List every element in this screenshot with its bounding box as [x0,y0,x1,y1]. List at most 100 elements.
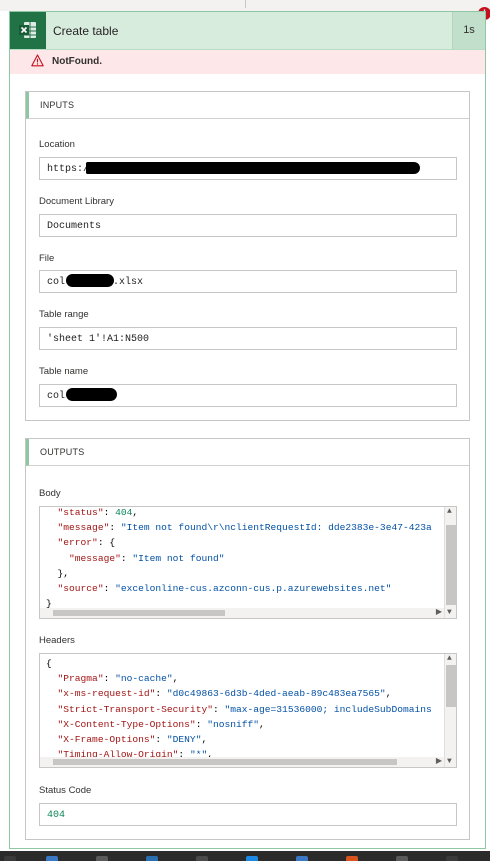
action-card: Create table 1s NotFound. INPUTS Locatio… [9,11,486,849]
table-range-label: Table range [39,309,89,320]
canvas-top-strip [0,0,490,11]
body-label: Body [39,488,61,499]
scrollbar-thumb[interactable] [53,759,397,765]
location-field[interactable]: https:// [39,157,457,180]
file-field[interactable]: col .xlsx [39,270,457,293]
table-name-label: Table name [39,366,89,377]
json-punctuation: , [385,688,392,700]
table-name-field[interactable]: col [39,384,457,407]
headers-vertical-scrollbar[interactable]: ▲ ▼ [444,654,456,767]
json-key: "status" [57,507,104,518]
json-line: "status": 404, [57,507,139,518]
outputs-section: OUTPUTS Body "status": 404, "message": "… [25,438,470,840]
headers-horizontal-scrollbar[interactable]: ▶ [40,757,444,767]
json-value: "no-cache" [115,673,173,685]
inputs-section: INPUTS Location https:// Document Librar… [25,91,470,421]
json-line: "X-Content-Type-Options": "nosniff", [57,718,265,730]
json-line: }, [46,566,432,581]
json-key: "Pragma" [57,673,104,685]
json-punctuation: , [172,673,179,685]
app-icon[interactable] [446,856,458,861]
body-horizontal-scrollbar[interactable]: ▶ [40,608,444,618]
app-icon[interactable] [146,856,158,861]
start-icon[interactable] [4,856,16,861]
app-icon[interactable] [196,856,208,861]
file-value-suffix: .xlsx [113,277,144,288]
headers-json: { "Pragma": "no-cache", "x-ms-request-id… [46,656,432,767]
table-range-value: 'sheet 1'!A1:N500 [47,334,150,345]
json-value: { [46,658,52,669]
json-line: "Pragma": "no-cache", [57,673,179,685]
file-value-prefix: col [47,277,66,288]
document-library-label: Document Library [39,196,114,207]
json-punctuation: , [259,718,265,730]
status-code-label: Status Code [39,785,92,796]
error-message: NotFound. [52,56,102,67]
json-value: "d0c49863-6d3b-4ded-aeab-89c483ea7565" [166,688,386,700]
json-value: "excelonline-cus.azconn-cus.p.azurewebsi… [115,583,392,595]
redaction [86,162,420,174]
json-value: "DENY" [166,734,202,746]
json-value: "Item not found\r\nclientRequestId: dde2… [120,522,432,534]
json-line: "X-Frame-Options": "DENY", [57,734,208,746]
json-line: "Strict-Transport-Security": "max-age=31… [57,703,432,715]
headers-label: Headers [39,635,75,646]
table-range-field[interactable]: 'sheet 1'!A1:N500 [39,327,457,350]
outputs-title: OUTPUTS [40,447,85,457]
json-value: }, [57,567,70,579]
app-icon[interactable] [96,856,108,861]
json-key: "message" [69,552,121,564]
json-line: "message": "Item not found" [69,552,225,564]
app-icon[interactable] [46,856,58,861]
scroll-down-icon[interactable]: ▼ [447,609,452,617]
app-icon[interactable] [296,856,308,861]
json-key: "X-Content-Type-Options" [57,718,196,730]
status-code-value: 404 [47,810,66,821]
body-code-viewer[interactable]: "status": 404, "message": "Item not foun… [39,506,457,619]
inputs-header[interactable]: INPUTS [26,92,469,119]
json-key: "source" [57,583,104,595]
scrollbar-thumb[interactable] [446,665,456,707]
app-icon[interactable] [396,856,408,861]
file-label: File [39,253,55,264]
json-value: "max-age=31536000; includeSubDomains [224,703,432,715]
redaction [66,388,117,401]
json-key: "message" [57,522,110,534]
warning-icon [31,54,44,67]
scroll-right-icon[interactable]: ▶ [436,609,442,617]
json-value: "Item not found" [132,552,225,564]
scroll-down-icon[interactable]: ▼ [447,758,452,766]
json-line: "error": { [57,537,116,549]
table-name-value: col [47,391,66,402]
status-code-field[interactable]: 404 [39,803,457,826]
inputs-title: INPUTS [40,100,75,110]
error-banner: NotFound. [10,50,485,74]
duration-badge: 1s [452,12,485,49]
json-value: 404 [115,507,133,518]
json-value: { [109,537,116,549]
document-library-field[interactable]: Documents [39,214,457,237]
json-key: "X-Frame-Options" [57,734,156,746]
json-punctuation: , [132,507,139,518]
redaction [66,274,114,287]
outputs-header[interactable]: OUTPUTS [26,439,469,466]
scroll-right-icon[interactable]: ▶ [436,758,442,766]
document-library-value: Documents [47,221,102,232]
scrollbar-thumb[interactable] [53,610,225,616]
connector-line [245,0,246,8]
app-icon[interactable] [246,856,258,861]
headers-code-viewer[interactable]: { "Pragma": "no-cache", "x-ms-request-id… [39,653,457,768]
action-header[interactable]: Create table 1s [10,12,485,50]
location-label: Location [39,139,75,150]
json-key: "Strict-Transport-Security" [57,703,213,715]
scroll-up-icon[interactable]: ▲ [447,508,452,516]
taskbar [0,851,490,861]
app-icon[interactable] [346,856,358,861]
scrollbar-thumb[interactable] [446,525,456,605]
excel-icon [10,12,46,49]
json-key: "error" [57,537,98,549]
body-vertical-scrollbar[interactable]: ▲ ▼ [444,507,456,618]
json-key: "x-ms-request-id" [57,688,156,700]
json-line: "message": "Item not found\r\nclientRequ… [57,522,432,534]
scroll-up-icon[interactable]: ▲ [447,655,452,663]
